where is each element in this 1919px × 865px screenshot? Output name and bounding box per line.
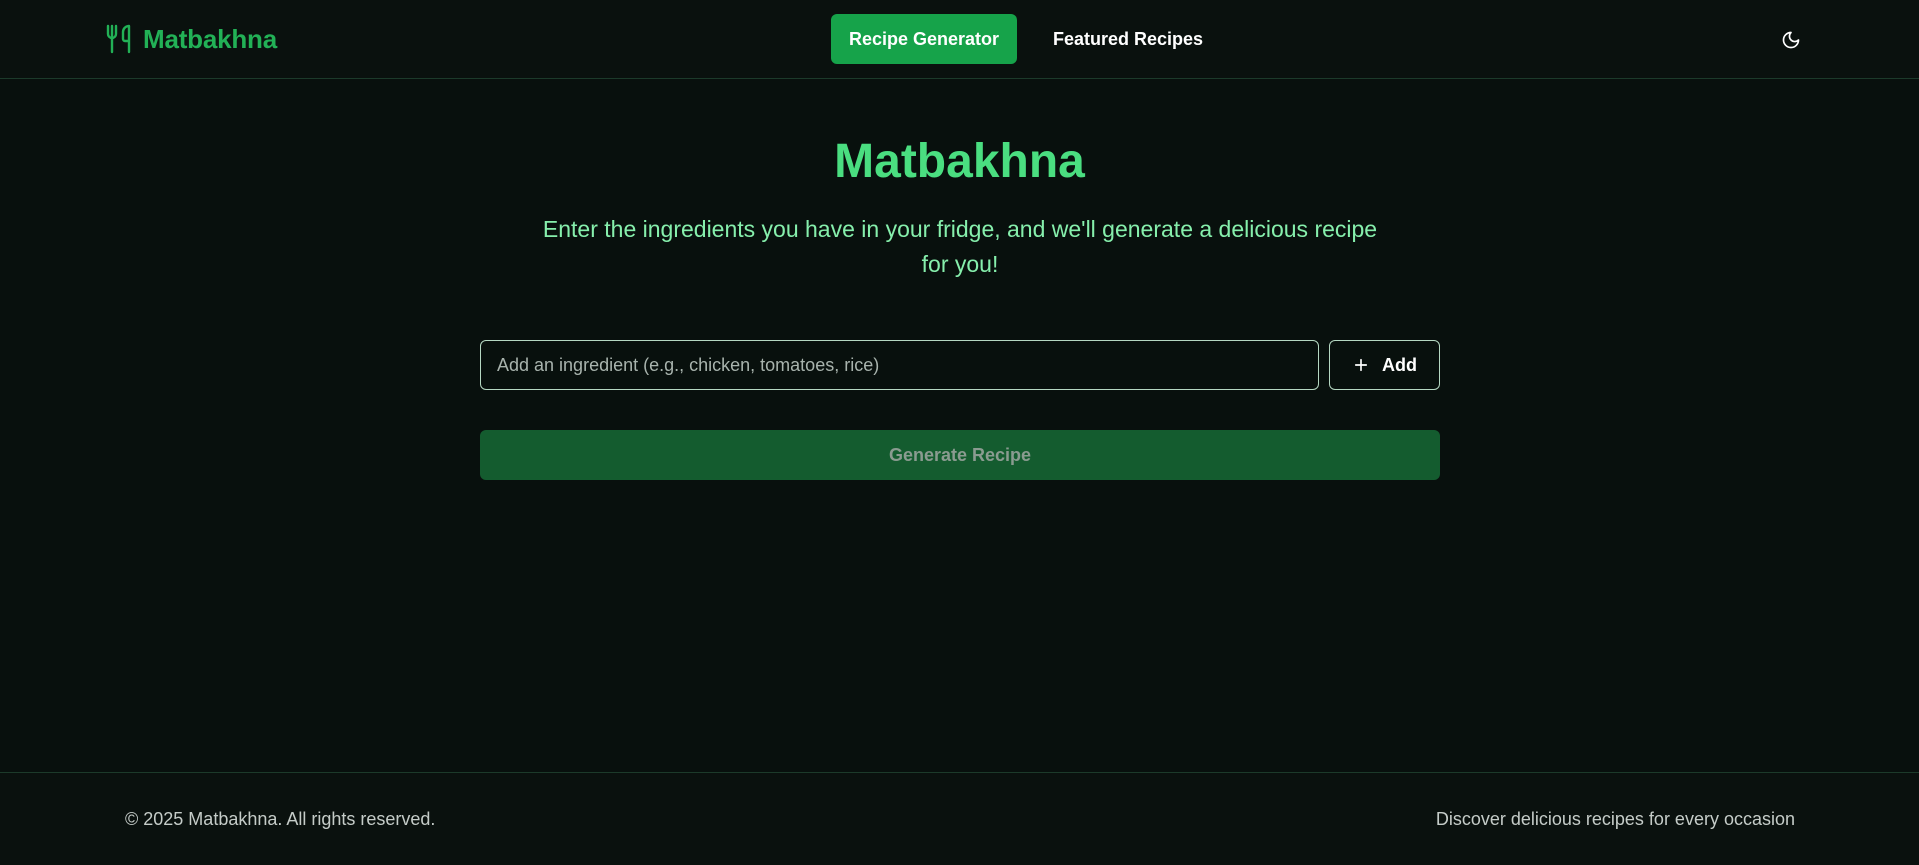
footer-tagline: Discover delicious recipes for every occ… <box>1435 809 1795 829</box>
footer: © 2025 Matbakhna. All rights reserved. D… <box>0 772 1919 865</box>
plus-icon <box>1354 358 1368 372</box>
add-button-label: Add <box>1382 354 1417 375</box>
page-subtitle: Enter the ingredients you have in your f… <box>542 216 1378 277</box>
nav-recipe-generator[interactable]: Recipe Generator <box>831 14 1017 64</box>
add-ingredient-button[interactable]: Add <box>1329 340 1440 390</box>
utensils-icon <box>106 24 131 54</box>
brand-name: Matbakhna <box>143 23 278 54</box>
nav-featured-recipes[interactable]: Featured Recipes <box>1038 14 1218 64</box>
ingredient-input[interactable] <box>480 340 1319 390</box>
theme-toggle-button[interactable] <box>1777 26 1805 54</box>
footer-copyright: © 2025 Matbakhna. All rights reserved. <box>125 809 436 829</box>
brand-logo-link[interactable]: Matbakhna <box>105 22 277 56</box>
page-title: Matbakhna <box>834 135 1085 188</box>
moon-icon <box>1782 31 1800 49</box>
generate-recipe-button[interactable]: Generate Recipe <box>480 430 1440 480</box>
top-navbar: Matbakhna Recipe Generator Featured Reci… <box>0 0 1919 79</box>
